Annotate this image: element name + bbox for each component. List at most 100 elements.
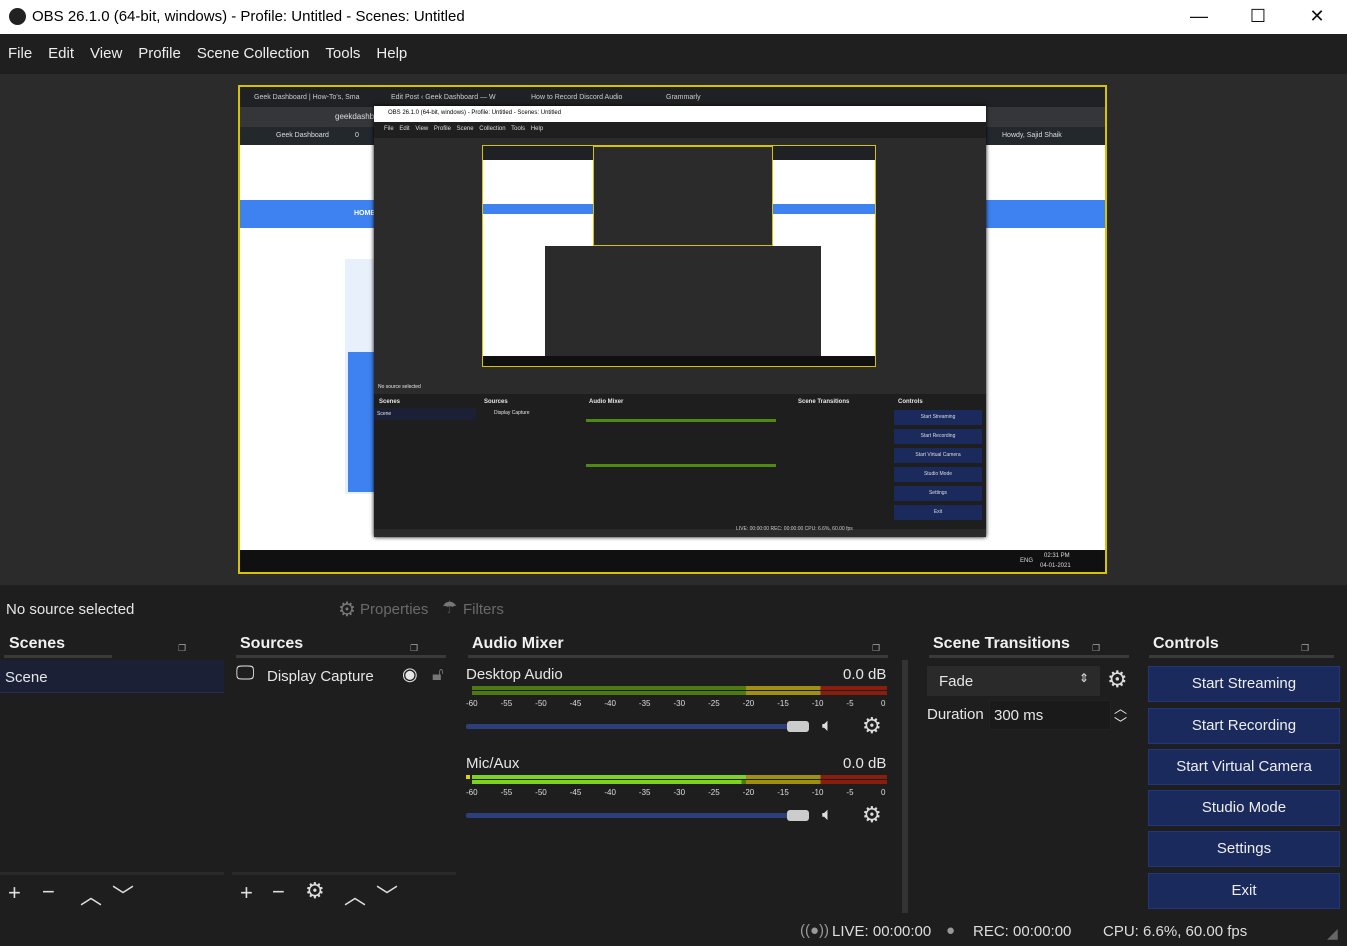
gear-icon[interactable]: ⚙: [1107, 666, 1128, 693]
mixer-scrollbar[interactable]: [902, 660, 908, 913]
scale-tick-label: -50: [535, 788, 547, 797]
scene-item[interactable]: Scene: [0, 660, 224, 693]
remove-source-button[interactable]: −: [272, 879, 285, 905]
preview-canvas[interactable]: Geek Dashboard | How-To's, Sma Edit Post…: [238, 85, 1107, 574]
nested-source: Display Capture: [494, 410, 530, 416]
move-up-button[interactable]: ︿: [344, 879, 366, 911]
select-arrows-icon: ⇕: [1079, 671, 1090, 685]
transition-select[interactable]: Fade ⇕: [927, 666, 1100, 696]
peak-indicator: [466, 775, 470, 779]
filters-button[interactable]: Filters: [463, 601, 504, 618]
dock-handle[interactable]: [468, 655, 888, 658]
menu-bar: File Edit View Profile Scene Collection Tools…: [0, 34, 1347, 74]
scale-tick-label: -55: [500, 788, 513, 797]
volume-meter: [472, 780, 887, 784]
dock-handle[interactable]: [929, 655, 1129, 658]
gear-icon[interactable]: ⚙: [862, 802, 882, 828]
menu-file[interactable]: File: [0, 34, 40, 62]
volume-slider-handle[interactable]: [787, 721, 809, 732]
menu-tools[interactable]: Tools: [317, 34, 368, 62]
scale-tick-label: -5: [846, 788, 854, 797]
dock-handle[interactable]: [1149, 655, 1334, 658]
dock-handle[interactable]: [236, 655, 446, 658]
properties-button[interactable]: Properties: [360, 601, 428, 618]
sources-toolbar: + − ⚙ ︿ ﹀: [232, 872, 456, 912]
undock-icon[interactable]: ❐: [872, 643, 880, 654]
close-button[interactable]: ✕: [1288, 0, 1346, 34]
obs-logo-icon: [9, 8, 26, 25]
add-scene-button[interactable]: +: [8, 880, 21, 906]
scale-tick-label: -20: [742, 699, 755, 708]
menu-view[interactable]: View: [82, 34, 130, 62]
duration-input[interactable]: 300 ms: [989, 700, 1111, 730]
scale-tick-label: -60: [466, 699, 478, 708]
start-streaming-button[interactable]: Start Streaming: [1148, 666, 1340, 702]
nested-button: Start Virtual Camera: [894, 448, 982, 463]
meter-scale: -60 -55 -50 -45 -40 -35 -30 -25 -20 -15 -10 -5 0: [466, 697, 891, 709]
nested-nosrc: No source selected: [378, 384, 421, 390]
resize-grip-icon[interactable]: ◢: [1327, 925, 1338, 942]
nested-scene: Scene: [374, 408, 476, 420]
add-source-button[interactable]: +: [240, 880, 253, 906]
studio-mode-button[interactable]: Studio Mode: [1148, 790, 1340, 826]
menu-scene-collection[interactable]: Scene Collection: [189, 34, 318, 62]
scale-tick-label: -10: [811, 699, 824, 708]
browser-tab: Geek Dashboard | How-To's, Sma: [254, 94, 360, 101]
move-down-button[interactable]: ﹀: [112, 879, 134, 911]
volume-slider[interactable]: [466, 813, 796, 818]
scenes-title: Scenes: [9, 635, 66, 652]
meter-scale: -60 -55 -50 -45 -40 -35 -30 -25 -20 -15 -10 -5 0: [466, 786, 891, 798]
start-virtual-camera-button[interactable]: Start Virtual Camera: [1148, 749, 1340, 785]
controls-title: Controls: [1153, 635, 1219, 652]
volume-slider-handle[interactable]: [787, 810, 809, 821]
scene-name: Scene: [5, 669, 48, 686]
nav-home: HOME: [354, 210, 375, 217]
scale-tick-label: -35: [638, 788, 651, 797]
transition-value: Fade: [939, 673, 974, 690]
undock-icon[interactable]: ❐: [178, 643, 186, 654]
nested-button: Start Recording: [894, 429, 982, 444]
scale-tick-label: 0: [881, 699, 886, 708]
menu-profile[interactable]: Profile: [130, 34, 189, 62]
undock-icon[interactable]: ❐: [410, 643, 418, 654]
nested-dock-title: Audio Mixer: [589, 399, 624, 405]
menu-help[interactable]: Help: [368, 34, 415, 62]
nested-button: Settings: [894, 486, 982, 501]
eye-icon[interactable]: ◉: [402, 664, 418, 685]
speaker-icon[interactable]: 🔈︎: [822, 715, 833, 736]
cpu-fps: CPU: 6.6%, 60.00 fps: [1103, 923, 1248, 940]
speaker-icon[interactable]: 🔈︎: [822, 804, 833, 825]
move-down-button[interactable]: ﹀: [376, 879, 398, 911]
remove-scene-button[interactable]: −: [42, 879, 55, 905]
settings-button[interactable]: Settings: [1148, 831, 1340, 867]
start-recording-button[interactable]: Start Recording: [1148, 708, 1340, 744]
minimize-button[interactable]: —: [1170, 0, 1228, 34]
channel-db: 0.0 dB: [843, 666, 887, 683]
exit-button[interactable]: Exit: [1148, 873, 1340, 909]
move-up-button[interactable]: ︿: [80, 879, 102, 911]
scale-tick-label: -50: [535, 699, 547, 708]
broadcast-icon: ((●)): [800, 922, 830, 939]
lock-icon[interactable]: 🔓︎: [432, 664, 444, 685]
scale-tick-label: -60: [466, 788, 478, 797]
undock-icon[interactable]: ❐: [1301, 643, 1309, 654]
window-title: OBS 26.1.0 (64-bit, windows) - Profile: …: [32, 8, 465, 25]
maximize-button[interactable]: ☐: [1229, 0, 1287, 34]
wp-comments: 0: [355, 132, 359, 139]
menu-edit[interactable]: Edit: [40, 34, 82, 62]
source-item[interactable]: 🖵 Display Capture ◉ 🔓︎: [232, 662, 456, 692]
gear-icon[interactable]: ⚙: [862, 713, 882, 739]
record-dot-icon: ●: [946, 922, 956, 939]
source-name: Display Capture: [267, 668, 374, 685]
source-settings-button[interactable]: ⚙: [305, 878, 325, 904]
browser-tabbar: Geek Dashboard | How-To's, Sma Edit Post…: [240, 87, 1105, 107]
undock-icon[interactable]: ❐: [1092, 643, 1100, 654]
nested-title: OBS 26.1.0 (64-bit, windows) - Profile: …: [374, 106, 986, 122]
dock-handle[interactable]: [4, 655, 112, 658]
scale-tick-label: 0: [881, 788, 886, 797]
scale-tick-label: -45: [569, 788, 582, 797]
live-time: LIVE: 00:00:00: [832, 923, 932, 940]
volume-slider[interactable]: [466, 724, 796, 729]
spin-down-button[interactable]: ﹀: [1114, 713, 1127, 732]
scale-tick-label: -40: [604, 699, 616, 708]
